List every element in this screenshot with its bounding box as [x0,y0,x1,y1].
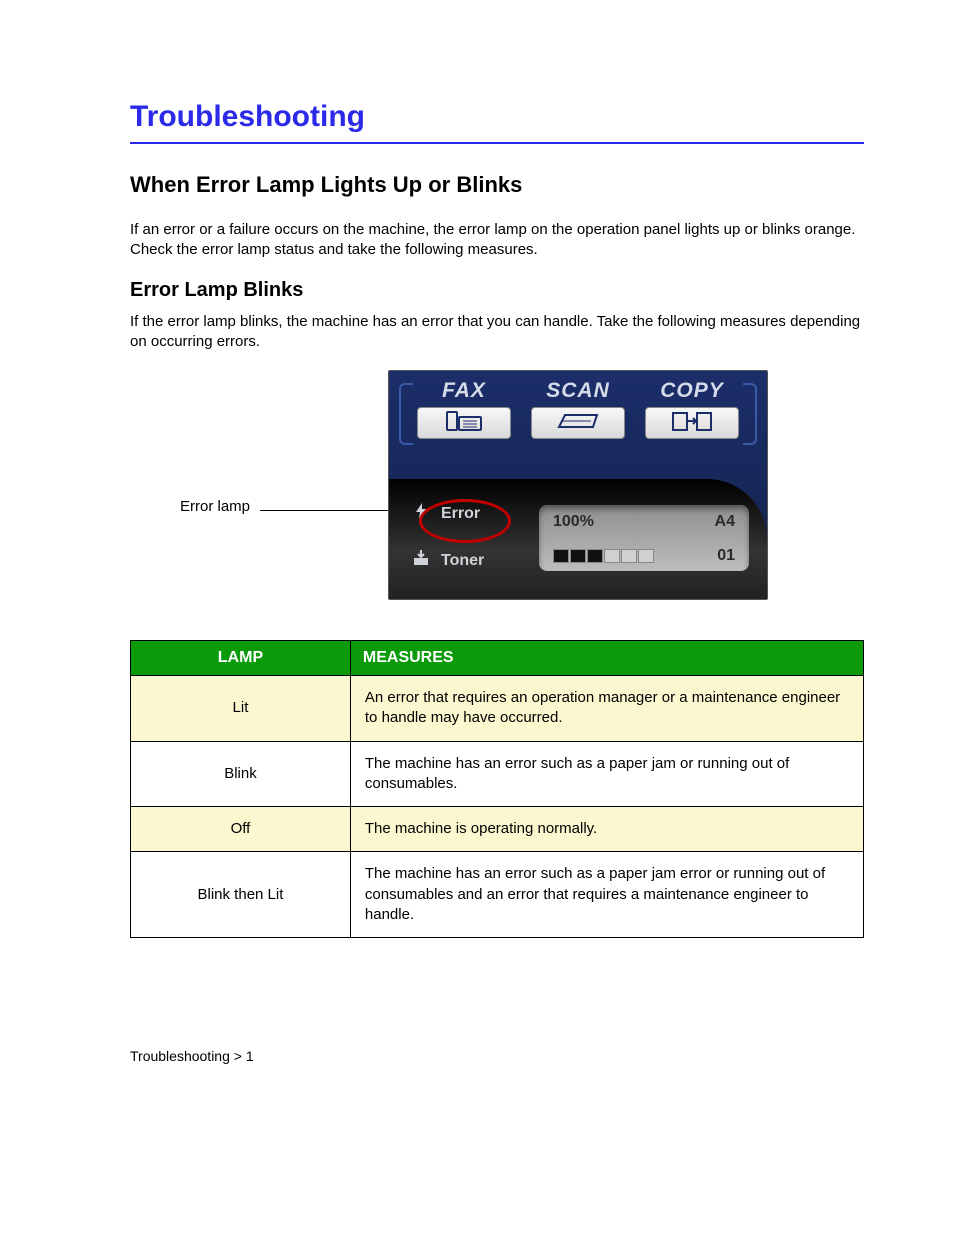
mode-fax-label: FAX [411,379,517,403]
lower-panel: Error Toner 100% A4 [389,479,767,599]
measures-cell: The machine has an error such as a paper… [350,852,863,938]
toner-indicator: Toner [411,548,521,573]
lcd-bar [553,549,569,563]
lamp-cell: Blink then Lit [131,852,351,938]
error-lamp-callout: Error lamp [180,498,250,515]
lamp-cell: Off [131,807,351,852]
toner-icon [411,548,431,573]
leader-line [260,510,390,511]
lcd-bar [570,549,586,563]
subsection-heading: Error Lamp Blinks [130,279,864,302]
measures-cell: The machine is operating normally. [350,807,863,852]
mode-scan-label: SCAN [525,379,631,403]
error-highlight-circle [419,499,511,543]
lcd-zoom: 100% [553,513,594,531]
lcd-paper: A4 [715,513,735,531]
lcd-display: 100% A4 01 [539,505,749,571]
scan-button[interactable] [531,407,624,439]
indicator-column: Error Toner [411,493,521,599]
table-row: LitAn error that requires an operation m… [131,676,864,742]
section-heading: When Error Lamp Lights Up or Blinks [130,172,864,198]
lamp-table-body: LitAn error that requires an operation m… [131,676,864,938]
mode-fax: FAX [407,379,521,439]
lamp-cell: Blink [131,741,351,807]
copy-button[interactable] [645,407,738,439]
page-footer: Troubleshooting > 1 [130,1048,864,1064]
page-title: Troubleshooting [130,100,864,134]
lcd-bars [553,549,654,563]
mode-copy-label: COPY [639,379,745,403]
measures-cell: An error that requires an operation mana… [350,676,863,742]
fax-icon [441,409,487,437]
fax-button[interactable] [417,407,510,439]
lcd-bar [604,549,620,563]
mode-scan: SCAN [521,379,635,439]
th-lamp: LAMP [131,641,351,676]
lcd-tray: 01 [717,547,735,565]
bracket-right [743,383,757,445]
measures-cell: The machine has an error such as a paper… [350,741,863,807]
intro-paragraph: If an error or a failure occurs on the m… [130,220,864,261]
bracket-left [399,383,413,445]
title-rule [130,142,864,144]
lamp-cell: Lit [131,676,351,742]
copy-icon [669,409,715,437]
th-measures: MEASURES [350,641,863,676]
scan-icon [555,409,601,437]
device-panel: FAX SCAN COPY [388,370,768,600]
lcd-bar [638,549,654,563]
mode-copy: COPY [635,379,749,439]
toner-indicator-label: Toner [441,552,484,570]
table-row: Blink then LitThe machine has an error s… [131,852,864,938]
mode-row: FAX SCAN COPY [389,371,767,439]
table-row: BlinkThe machine has an error such as a … [131,741,864,807]
figure-wrapper: Error lamp FAX SCAN [130,370,864,610]
sub-paragraph: If the error lamp blinks, the machine ha… [130,312,864,353]
lcd-bar [587,549,603,563]
lamp-table: LAMP MEASURES LitAn error that requires … [130,640,864,938]
table-row: OffThe machine is operating normally. [131,807,864,852]
lcd-bar [621,549,637,563]
